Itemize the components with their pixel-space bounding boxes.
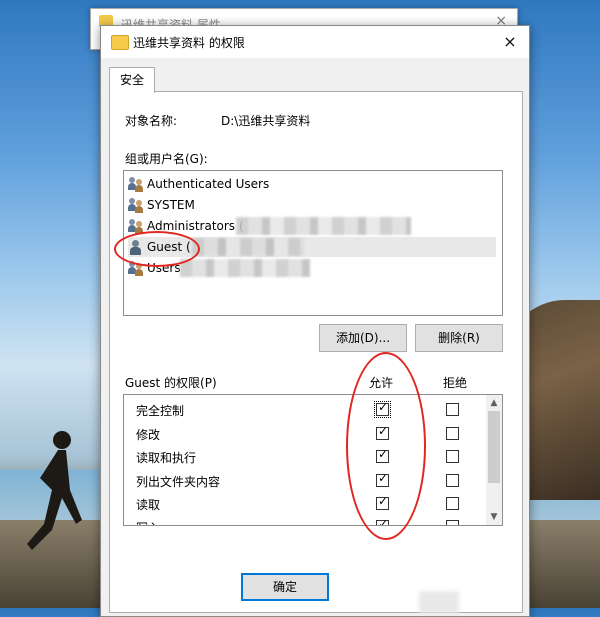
permission-name: 列出文件夹内容 [136,475,221,489]
annotation-circle-allow-column [346,352,426,540]
deny-checkbox[interactable] [446,427,459,440]
user-name: SYSTEM [147,198,195,212]
group-icon [128,197,144,213]
dialog-title: 迅维共享资料 的权限 [133,36,245,50]
object-name-label: 对象名称: [125,114,178,128]
tab-security[interactable]: 安全 [109,67,155,93]
redacted-text [236,217,411,235]
deny-checkbox[interactable] [446,450,459,463]
background-runner-silhouette [27,431,82,550]
redacted-area [419,591,459,613]
permission-row-modify: 修改 ✓ [124,423,484,445]
permission-name: 完全控制 [136,404,185,418]
permission-row-read-execute: 读取和执行 ✓ [124,446,484,468]
permission-name: 读取 [136,498,161,512]
group-icon [128,176,144,192]
annotation-circle-guest [114,231,200,267]
deny-checkbox[interactable] [446,497,459,510]
deny-checkbox[interactable] [446,474,459,487]
title-bar: 迅维共享资料 的权限 × [101,26,529,58]
permission-name: 写入 [136,519,160,525]
groups-users-label: 组或用户名(G): [125,152,208,166]
scroll-up-icon[interactable]: ▲ [486,395,502,411]
deny-checkbox[interactable] [446,403,459,416]
scroll-thumb[interactable] [488,411,500,483]
folder-icon [111,35,129,50]
list-item-system[interactable]: SYSTEM [128,195,195,215]
ok-button[interactable]: 确定 [241,573,329,601]
permission-name: 修改 [136,428,161,442]
permissions-table[interactable]: 完全控制 ✓ 修改 ✓ 读取和执行 ✓ 列出文件夹内容 ✓ 读取 ✓ 写入 ✓ [123,394,503,526]
deny-checkbox[interactable] [446,520,459,525]
add-button[interactable]: 添加(D)... [319,324,407,352]
permissions-label: Guest 的权限(P) [125,376,217,390]
list-item-authenticated-users[interactable]: Authenticated Users [128,174,269,194]
permission-row-read: 读取 ✓ [124,493,484,515]
deny-header: 拒绝 [443,376,468,390]
permission-row-full-control: 完全控制 ✓ [124,399,484,421]
permission-name: 读取和执行 [136,451,197,465]
user-name: Authenticated Users [147,177,270,191]
permissions-scrollbar[interactable]: ▲ ▼ [486,395,502,525]
scroll-down-icon[interactable]: ▼ [486,509,502,525]
close-button[interactable]: × [497,30,523,54]
remove-button[interactable]: 删除(R) [415,324,503,352]
object-name-value: D:\迅维共享资料 [221,114,311,128]
permission-row-list-folder: 列出文件夹内容 ✓ [124,470,484,492]
redacted-text [192,238,304,256]
permissions-dialog: 迅维共享资料 的权限 × 安全 对象名称: D:\迅维共享资料 组或用户名(G)… [100,25,530,617]
permission-row-write: 写入 ✓ [124,516,484,525]
redacted-text [180,259,310,277]
